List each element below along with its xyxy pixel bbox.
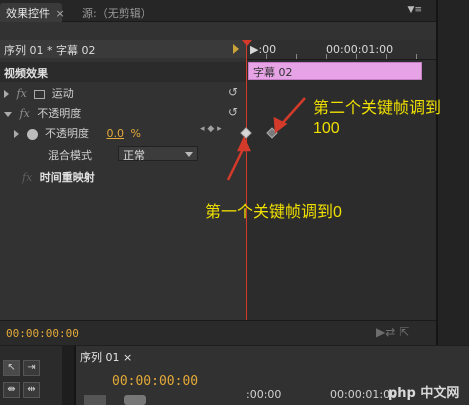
selection-tool-icon[interactable]: ↖: [3, 360, 20, 376]
snap-icon[interactable]: [84, 395, 106, 405]
arrow-head-1: [237, 135, 251, 152]
sequence-ruler-start: :00:00: [246, 388, 282, 401]
arrow-to-keyframe-2: [279, 97, 306, 127]
annotation-second-keyframe-value: 100: [313, 120, 340, 137]
footer-timecode[interactable]: 00:00:00:00: [6, 327, 79, 340]
footer-buttons-icon[interactable]: ▶⇄ ⇱: [376, 325, 409, 339]
watermark-logo: php 中文网: [388, 386, 460, 401]
tab-sequence[interactable]: 序列 01 ×: [80, 349, 132, 365]
track-select-tool-icon[interactable]: ⇥: [23, 360, 40, 376]
rolling-edit-tool-icon[interactable]: ⇹: [23, 382, 40, 398]
linked-selection-icon[interactable]: [124, 395, 146, 405]
annotation-second-keyframe: 第二个关键帧调到: [313, 100, 442, 117]
annotation-first-keyframe: 第一个关键帧调到0: [205, 204, 342, 221]
ripple-edit-tool-icon[interactable]: ⇼: [3, 382, 20, 398]
sequence-timecode[interactable]: 00:00:00:00: [112, 374, 198, 389]
